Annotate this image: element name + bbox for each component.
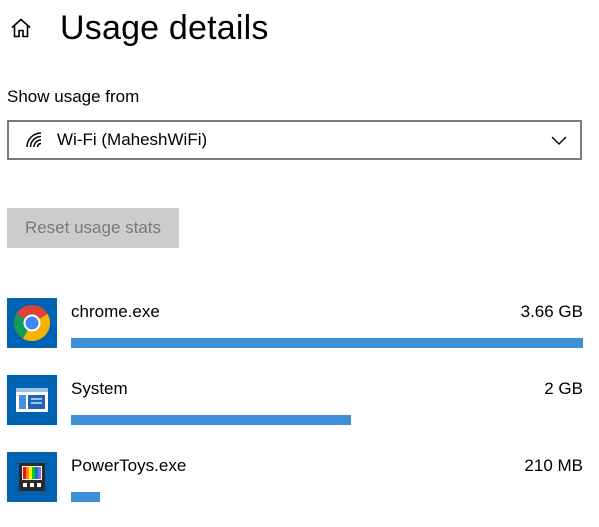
chevron-down-icon — [550, 132, 568, 148]
app-usage-amount: 210 MB — [524, 456, 583, 475]
system-window-icon — [7, 375, 57, 425]
chrome-icon — [7, 298, 57, 348]
app-name: System — [71, 379, 128, 398]
app-name: chrome.exe — [71, 302, 160, 321]
reset-usage-stats-button[interactable]: Reset usage stats — [7, 208, 179, 248]
show-usage-from-label: Show usage from — [7, 87, 140, 106]
usage-bar-fill — [71, 338, 583, 348]
app-usage-list: chrome.exe 3.66 GB System 2 GB PowerToys… — [7, 296, 583, 527]
network-source-dropdown[interactable]: Wi-Fi (MaheshWiFi) — [7, 120, 582, 160]
home-icon[interactable] — [8, 15, 34, 41]
app-name: PowerToys.exe — [71, 456, 187, 475]
page-header: Usage details — [8, 6, 269, 50]
app-usage-amount: 3.66 GB — [520, 302, 583, 321]
app-usage-amount: 2 GB — [544, 379, 583, 398]
powertoys-icon — [7, 452, 57, 502]
usage-bar — [71, 338, 583, 348]
wifi-icon — [23, 129, 45, 151]
usage-bar — [71, 415, 583, 425]
page-title: Usage details — [60, 8, 269, 47]
usage-bar-fill — [71, 492, 100, 502]
dropdown-selected-value: Wi-Fi (MaheshWiFi) — [57, 130, 208, 149]
usage-bar-fill — [71, 415, 351, 425]
list-item: System 2 GB — [7, 373, 583, 450]
list-item: PowerToys.exe 210 MB — [7, 450, 583, 527]
list-item: chrome.exe 3.66 GB — [7, 296, 583, 373]
usage-bar — [71, 492, 583, 502]
